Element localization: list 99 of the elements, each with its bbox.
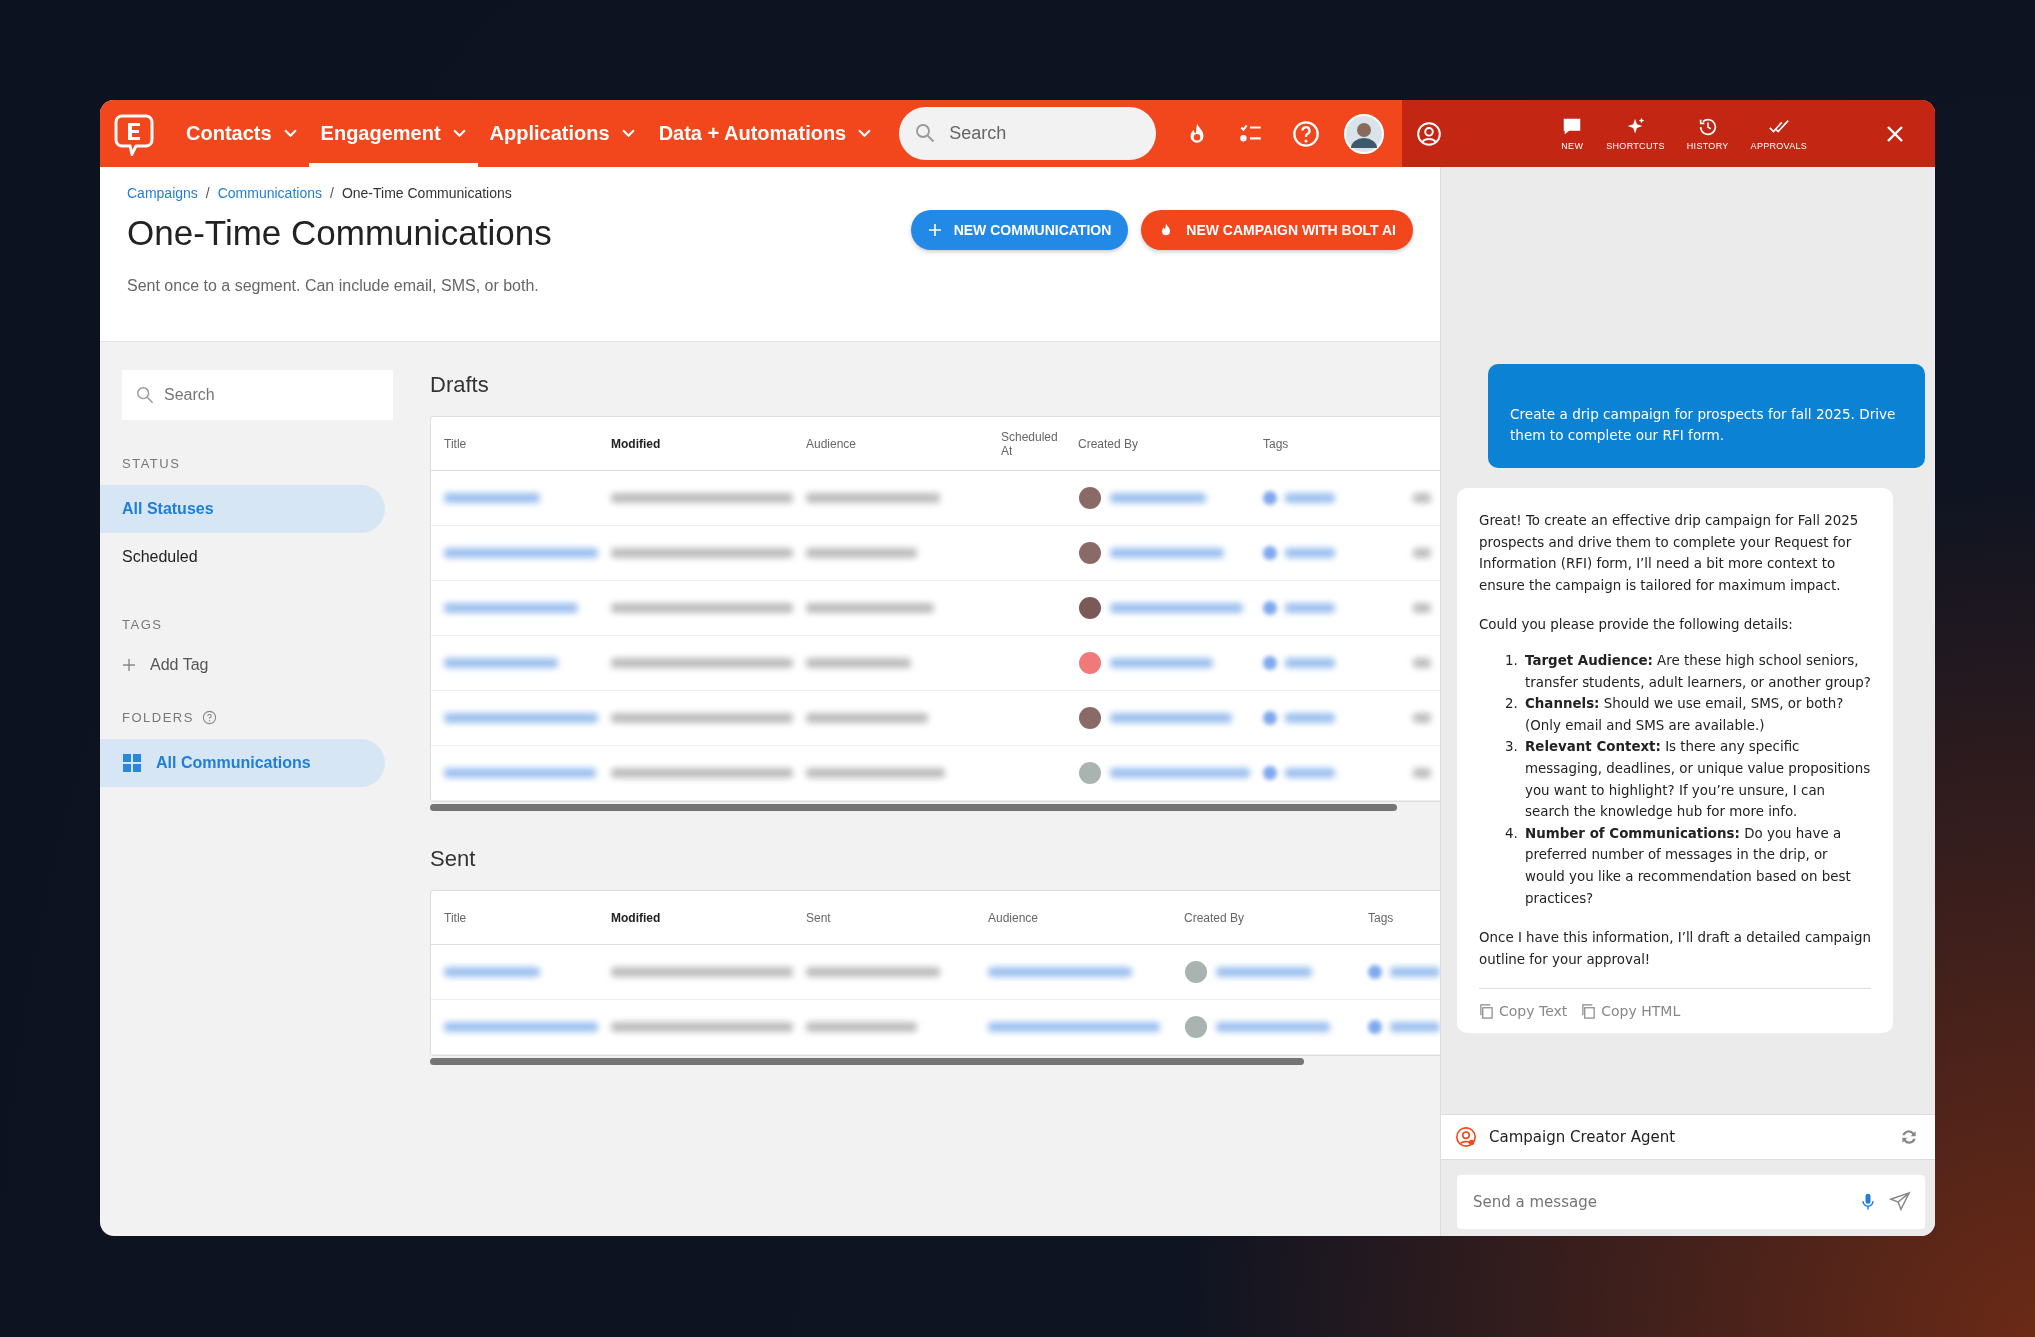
tag-icon [1263, 491, 1277, 505]
tag-icon [1368, 1020, 1382, 1034]
column-header[interactable]: Modified [598, 910, 793, 925]
agent-icon [1455, 1126, 1477, 1148]
list-item-text: Relevant Context: Is there any specific messaging, deadlines, or unique value propositions you want to highlight? If you’re unsure, I can search the knowledge hub for more info. [1525, 738, 1871, 822]
tag-icon [1263, 656, 1277, 670]
section-title: Drafts [430, 372, 490, 398]
column-header[interactable]: Scheduled At [988, 429, 1065, 458]
blurred-text [1413, 548, 1431, 558]
person-icon[interactable] [1416, 120, 1443, 147]
breadcrumb-separator: / [330, 185, 334, 201]
message-input[interactable]: Send a message [1457, 1175, 1925, 1229]
scrollbar[interactable] [430, 1058, 1304, 1065]
toolbar-button[interactable]: SHORTCUTS [1606, 116, 1665, 151]
agent-selector[interactable]: Campaign Creator Agent [1441, 1114, 1935, 1160]
blurred-text [1413, 603, 1431, 613]
column-header[interactable]: Audience [975, 910, 1171, 925]
caret-icon [621, 129, 635, 138]
breadcrumb-link[interactable]: Campaigns [127, 185, 198, 201]
blurred-text [1285, 548, 1335, 558]
column-header[interactable]: Created By [1065, 436, 1250, 451]
column-header[interactable]: Tags [1355, 910, 1440, 925]
blurred-text [1413, 713, 1431, 723]
search-icon [915, 123, 936, 143]
tag-icon [1263, 766, 1277, 780]
copy-button[interactable]: Copy Text [1479, 1003, 1568, 1020]
folder-item[interactable]: All Communications [100, 739, 385, 787]
blurred-text [1285, 658, 1335, 668]
tag-icon [1368, 965, 1382, 979]
user-message: Create a drip campaign for prospects for fall 2025. Drive them to complete our RFI form. [1488, 364, 1925, 468]
list-number: 2. [1505, 695, 1519, 714]
blurred-text [1390, 1022, 1440, 1032]
list-item-text: Target Audience: Are these high school seniors, transfer students, adult learners, or another group? [1525, 651, 1871, 692]
status-filter-item[interactable]: Scheduled [100, 533, 385, 581]
section-title: Sent [430, 846, 477, 872]
blurred-text [1413, 658, 1431, 668]
copy-icon [1479, 1003, 1494, 1019]
blurred-text [1413, 768, 1431, 778]
column-header[interactable]: Tags [1250, 436, 1400, 451]
list-number: 1. [1505, 651, 1519, 670]
blurred-text [1413, 493, 1431, 503]
section-heading: TAGS [121, 617, 164, 632]
search-icon [136, 386, 154, 404]
list-item-text: Number of Communications: Do you have a preferred number of messages in the drip, or would you like a recommendation based on best practices? [1525, 824, 1852, 908]
toolbar-button[interactable]: HISTORY [1686, 116, 1729, 151]
agent-name: Campaign Creator Agent [1489, 1128, 1677, 1146]
blurred-text [1285, 493, 1335, 503]
section-heading: FOLDERS [122, 710, 194, 725]
breadcrumb-link[interactable]: Communications [217, 185, 322, 201]
add-tag-button[interactable]: Add Tag [100, 656, 385, 674]
nav-menu-item[interactable]: Contacts [174, 100, 309, 167]
user-avatar[interactable] [1344, 113, 1385, 154]
page-title: One-Time Communications [127, 213, 552, 253]
column-header[interactable]: Title [431, 436, 598, 451]
nav-menu-item[interactable]: Applications [477, 100, 647, 167]
close-icon[interactable] [1885, 123, 1905, 144]
scrollbar[interactable] [430, 804, 1397, 811]
column-header[interactable]: Audience [793, 436, 988, 451]
message-paragraph: Once I have this information, I’ll draft a detailed campaign outline for your approval! [1479, 929, 1871, 969]
column-header[interactable]: Modified [598, 436, 793, 451]
blurred-text [1390, 967, 1440, 977]
refresh-icon[interactable] [1899, 1127, 1919, 1147]
new-communication-button[interactable]: NEW COMMUNICATION [910, 210, 1129, 250]
caret-icon [283, 129, 297, 138]
message-paragraph: Could you please provide the following details: [1479, 616, 1794, 635]
list-number: 3. [1505, 738, 1519, 757]
toolbar-button[interactable]: APPROVALS [1750, 116, 1808, 151]
blurred-text [1285, 768, 1335, 778]
blurred-text [1285, 603, 1335, 613]
send-icon[interactable] [1889, 1191, 1911, 1213]
list-item-text: Channels: Should we use email, SMS, or both? (Only email and SMS are available.) [1525, 695, 1845, 735]
copy-icon [1581, 1003, 1597, 1019]
grid-icon [122, 753, 142, 773]
copy-button[interactable]: Copy HTML [1581, 1003, 1681, 1020]
tag-icon [1263, 711, 1277, 725]
column-header[interactable]: Created By [1171, 910, 1355, 925]
breadcrumb-current: One-Time Communications [341, 185, 512, 201]
new-campaign-button[interactable]: NEW CAMPAIGN WITH BOLT AI [1141, 210, 1413, 250]
caret-icon [858, 129, 872, 138]
section-heading: STATUS [121, 456, 182, 471]
page-description: Sent once to a segment. Can include email, SMS, or both. [127, 277, 540, 295]
search-field[interactable]: Search [899, 107, 1157, 160]
toolbar-button[interactable]: NEW [1560, 116, 1585, 151]
message-paragraph: Great! To create an effective drip campaign for Fall 2025 prospects and drive them to complete your Request for Information (RFI) form, I’ll need a bit more context to ensure the campaign is tailored for maximum impact. [1479, 512, 1860, 595]
plus-icon [927, 223, 942, 237]
caret-icon [452, 129, 466, 138]
column-header[interactable]: Sent [793, 910, 975, 925]
tag-icon [1263, 546, 1277, 560]
nav-menu-item[interactable]: Data + Automations [646, 100, 884, 167]
breadcrumb-separator: / [205, 185, 210, 201]
status-filter-item[interactable]: All Statuses [100, 485, 385, 533]
search-field[interactable]: Search [122, 370, 393, 420]
tag-icon [1263, 601, 1277, 615]
blurred-text [1285, 713, 1335, 723]
microphone-icon[interactable] [1861, 1192, 1875, 1212]
plus-icon [122, 658, 136, 672]
list-number: 4. [1505, 824, 1519, 843]
column-header[interactable]: Title [431, 910, 598, 925]
help-icon[interactable] [201, 710, 217, 725]
